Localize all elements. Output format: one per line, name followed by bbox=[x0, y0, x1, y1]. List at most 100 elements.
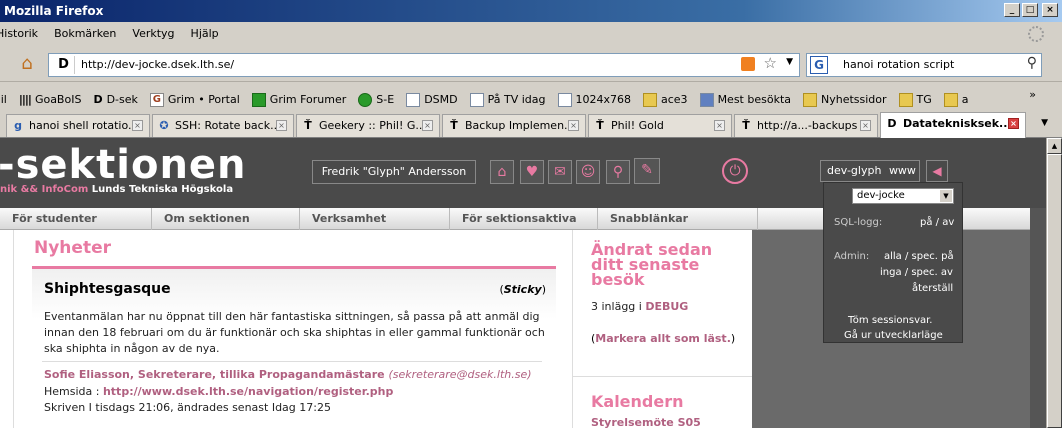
bookmark-folder[interactable]: TG bbox=[898, 89, 932, 110]
rss-icon[interactable] bbox=[741, 57, 755, 71]
tt-icon: Ť bbox=[304, 119, 312, 132]
dev-panel: ▼ dev-jocke SQL-logg: på / av Admin: alla… bbox=[823, 182, 963, 343]
scrollbar[interactable]: ▲ bbox=[1046, 138, 1062, 428]
scroll-up-icon[interactable]: ▲ bbox=[1047, 138, 1062, 154]
clear-session-link[interactable]: Töm sessionsvar. bbox=[848, 315, 932, 326]
tab[interactable]: Ťhttp://a...-backups × bbox=[734, 114, 878, 137]
bookmark-item[interactable]: Grim Forumer bbox=[251, 89, 346, 110]
close-window-button[interactable]: × bbox=[1042, 3, 1058, 17]
tab[interactable]: Ť Backup Implemen... × bbox=[442, 114, 586, 137]
bookmark-folder[interactable]: Nyhetssidor bbox=[803, 89, 887, 110]
tab[interactable]: Ť Phil! Gold × bbox=[588, 114, 732, 137]
throbber-icon bbox=[1028, 26, 1044, 42]
bookmarks-overflow-button[interactable]: » bbox=[1029, 88, 1036, 101]
url-dropdown-icon[interactable]: ▼ bbox=[786, 57, 793, 67]
left-gutter bbox=[0, 230, 14, 428]
sidebar: Ändrat sedan ditt senaste besök 3 inlägg… bbox=[572, 230, 753, 428]
tab[interactable]: g hanoi shell rotatio... × bbox=[6, 114, 150, 137]
tt-icon: Ť bbox=[450, 119, 458, 132]
calendar-item[interactable]: Styrelsemöte S05 bbox=[591, 416, 701, 428]
tab-active[interactable]: D Datateknisksek... × bbox=[880, 112, 1026, 138]
menu-bar: Historik Bokmärken Verktyg Hjälp bbox=[0, 22, 1062, 44]
bookmark-item[interactable]: ail bbox=[0, 89, 7, 110]
logout-icon[interactable]: ⏻ bbox=[722, 158, 748, 184]
dev-mode-indicator[interactable]: dev-glyph www bbox=[820, 160, 920, 182]
menu-about[interactable]: Om sektionen bbox=[152, 208, 300, 230]
post-author[interactable]: Sofie Eliasson, Sekreterare, tillika Pro… bbox=[44, 368, 532, 381]
bookmark-item[interactable]: DSMD bbox=[406, 89, 458, 110]
scroll-thumb[interactable] bbox=[1047, 154, 1062, 428]
close-tab-icon[interactable]: × bbox=[714, 120, 725, 131]
close-tab-icon[interactable]: × bbox=[568, 120, 579, 131]
post-timestamp: Skriven I tisdags 21:06, ändrades senast… bbox=[44, 401, 331, 414]
admin-disable[interactable]: inga / spec. av bbox=[880, 267, 953, 278]
site-logo[interactable]: -sektionen bbox=[0, 142, 247, 188]
bookmark-item[interactable]: På TV idag bbox=[469, 89, 546, 110]
post-title[interactable]: Shiphtesgasque bbox=[44, 281, 171, 297]
bookmark-item[interactable]: G Grim • Portal bbox=[149, 89, 240, 110]
dev-panel-toggle-icon[interactable]: ◀ bbox=[926, 160, 948, 182]
menu-students[interactable]: För studenter bbox=[0, 208, 152, 230]
debug-link[interactable]: DEBUG bbox=[645, 300, 688, 313]
close-tab-icon[interactable]: × bbox=[422, 120, 433, 131]
menu-tools[interactable]: Verktyg bbox=[132, 27, 174, 44]
close-tab-icon[interactable]: × bbox=[276, 120, 287, 131]
leave-dev-mode-link[interactable]: Gå ur utvecklarläge bbox=[844, 330, 943, 341]
page-icon bbox=[406, 92, 421, 107]
menu-bookmarks[interactable]: Bokmärken bbox=[54, 27, 116, 44]
close-tab-icon[interactable]: × bbox=[1008, 118, 1019, 129]
menu-help[interactable]: Hjälp bbox=[191, 27, 219, 44]
search-icon[interactable]: ⚲ bbox=[606, 160, 630, 184]
bookmark-item[interactable]: |||| GoaBoIS bbox=[19, 89, 82, 110]
ssh-icon: ✪ bbox=[159, 119, 169, 132]
bars-icon: |||| bbox=[18, 93, 32, 106]
user-name[interactable]: Fredrik "Glyph" Andersson bbox=[312, 160, 476, 184]
site-subtitle: nik && InfoCom Lunds Tekniska Högskola bbox=[0, 184, 234, 195]
close-tab-icon[interactable]: × bbox=[860, 120, 871, 131]
heart-icon[interactable]: ♥ bbox=[520, 160, 544, 184]
tt-icon: Ť bbox=[596, 119, 604, 132]
menu-history[interactable]: Historik bbox=[0, 27, 38, 44]
changed-summary: 3 inlägg i DEBUG bbox=[591, 300, 689, 313]
home-button[interactable]: ⌂ bbox=[14, 53, 40, 75]
url-bar[interactable]: D http://dev-jocke.dsek.lth.se/ ☆ ▼ bbox=[48, 53, 800, 77]
menu-quicklinks[interactable]: Snabblänkar bbox=[598, 208, 758, 230]
tab-bar: g hanoi shell rotatio... × ✪ SSH: Rotate ba… bbox=[0, 112, 1062, 138]
homepage-link[interactable]: http://www.dsek.lth.se/navigation/regist… bbox=[103, 385, 393, 398]
home-icon[interactable]: ⌂ bbox=[490, 160, 514, 184]
site-favicon-icon: D bbox=[53, 56, 75, 74]
dev-user-select[interactable]: ▼ dev-jocke bbox=[852, 188, 954, 204]
bookmark-folder[interactable]: Mest besökta bbox=[699, 89, 791, 110]
news-heading: Nyheter bbox=[34, 238, 111, 258]
search-input[interactable]: hanoi rotation script bbox=[843, 58, 954, 71]
google-icon[interactable]: G bbox=[810, 56, 828, 74]
bookmark-item[interactable]: S-E bbox=[358, 89, 394, 110]
search-icon[interactable]: ⚲ bbox=[1027, 55, 1037, 71]
url-input[interactable]: http://dev-jocke.dsek.lth.se/ bbox=[81, 58, 234, 71]
window-title: Mozilla Firefox bbox=[4, 4, 104, 18]
search-bar[interactable]: G hanoi rotation script ⚲ bbox=[806, 53, 1042, 77]
changed-heading: Ändrat sedan ditt senaste besök bbox=[591, 240, 713, 289]
close-tab-icon[interactable]: × bbox=[132, 120, 143, 131]
folder-icon bbox=[643, 92, 657, 107]
tt-icon: Ť bbox=[742, 119, 750, 132]
menu-activities[interactable]: Verksamhet bbox=[300, 208, 450, 230]
edit-icon[interactable]: ✎ bbox=[634, 158, 660, 184]
admin-enable[interactable]: alla / spec. på bbox=[884, 251, 954, 262]
tab[interactable]: ✪ SSH: Rotate back... × bbox=[152, 114, 294, 137]
maximize-button[interactable]: □ bbox=[1022, 3, 1038, 17]
menu-active-members[interactable]: För sektionsaktiva bbox=[450, 208, 598, 230]
tab-list-button[interactable]: ▼ bbox=[1041, 118, 1048, 128]
sql-log-toggle[interactable]: på / av bbox=[920, 217, 954, 228]
bookmark-star-icon[interactable]: ☆ bbox=[764, 54, 777, 72]
mail-icon[interactable]: ✉ bbox=[548, 160, 572, 184]
mark-read-link[interactable]: Markera allt som läst. bbox=[595, 332, 731, 345]
tab[interactable]: Ť Geekery :: Phil! G... × bbox=[296, 114, 440, 137]
admin-reset[interactable]: återställ bbox=[912, 283, 953, 294]
bookmark-folder[interactable]: ace3 bbox=[643, 89, 688, 110]
bookmark-folder[interactable]: a bbox=[943, 89, 969, 110]
profile-icon[interactable]: ☺ bbox=[576, 160, 600, 184]
minimize-button[interactable]: _ bbox=[1004, 3, 1020, 17]
bookmark-item[interactable]: D D-sek bbox=[93, 89, 137, 110]
bookmark-item[interactable]: 1024x768 bbox=[557, 89, 631, 110]
